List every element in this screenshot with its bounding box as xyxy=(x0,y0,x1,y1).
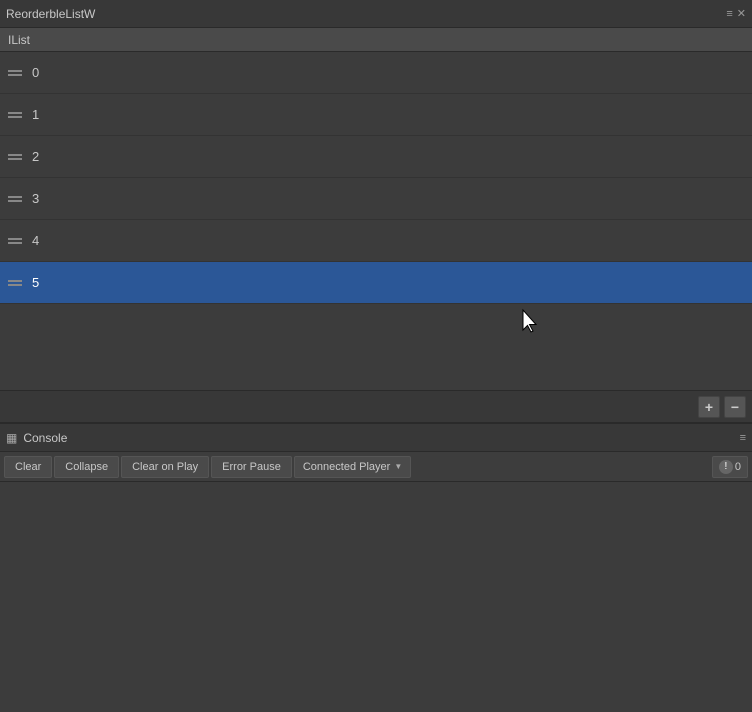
console-panel-icon: ▦ xyxy=(6,431,17,445)
list-item[interactable]: 1 xyxy=(0,94,752,136)
remove-item-button[interactable]: − xyxy=(724,396,746,418)
item-number-5: 5 xyxy=(32,275,39,290)
title-bar: ReorderbleListW ≡ ✕ xyxy=(0,0,752,28)
item-number-4: 4 xyxy=(32,233,39,248)
list-content: 0 1 2 3 xyxy=(0,52,752,390)
item-number-1: 1 xyxy=(32,107,39,122)
list-item-selected[interactable]: 5 xyxy=(0,262,752,304)
drag-handle xyxy=(8,70,22,76)
drag-handle xyxy=(8,112,22,118)
item-number-0: 0 xyxy=(32,65,39,80)
console-right-controls: ! 0 xyxy=(712,456,748,478)
error-badge[interactable]: ! 0 xyxy=(712,456,748,478)
title-bar-controls: ≡ ✕ xyxy=(726,7,746,20)
clear-button[interactable]: Clear xyxy=(4,456,52,478)
list-item[interactable]: 2 xyxy=(0,136,752,178)
list-item[interactable]: 3 xyxy=(0,178,752,220)
console-title-bar: ▦ Console ≡ xyxy=(0,424,752,452)
console-toolbar: Clear Collapse Clear on Play Error Pause… xyxy=(0,452,752,482)
main-window: ReorderbleListW ≡ ✕ IList 0 1 xyxy=(0,0,752,712)
list-item[interactable]: 4 xyxy=(0,220,752,262)
badge-count: 0 xyxy=(735,461,741,473)
clear-on-play-button[interactable]: Clear on Play xyxy=(121,456,209,478)
console-panel: ▦ Console ≡ Clear Collapse Clear on Play… xyxy=(0,422,752,712)
list-toolbar: + − xyxy=(0,390,752,422)
close-icon[interactable]: ✕ xyxy=(737,7,746,20)
drag-handle xyxy=(8,238,22,244)
console-title-group: ▦ Console xyxy=(6,431,67,445)
item-number-3: 3 xyxy=(32,191,39,206)
drag-handle xyxy=(8,154,22,160)
connected-player-label: Connected Player xyxy=(303,461,390,473)
window-title: ReorderbleListW xyxy=(6,7,95,21)
badge-icon: ! xyxy=(719,460,733,474)
list-header-label: IList xyxy=(8,33,30,47)
collapse-button[interactable]: Collapse xyxy=(54,456,119,478)
console-content xyxy=(0,482,752,712)
drag-handle xyxy=(8,196,22,202)
connected-player-button[interactable]: Connected Player ▼ xyxy=(294,456,411,478)
list-header: IList xyxy=(0,28,752,52)
list-panel: IList 0 1 2 xyxy=(0,28,752,422)
console-title-text: Console xyxy=(23,431,67,445)
drag-handle xyxy=(8,280,22,286)
console-title-controls: ≡ xyxy=(740,432,746,444)
add-item-button[interactable]: + xyxy=(698,396,720,418)
menu-icon[interactable]: ≡ xyxy=(726,8,732,20)
item-number-2: 2 xyxy=(32,149,39,164)
console-menu-icon[interactable]: ≡ xyxy=(740,432,746,444)
error-pause-button[interactable]: Error Pause xyxy=(211,456,292,478)
dropdown-arrow-icon: ▼ xyxy=(394,462,402,471)
list-item[interactable]: 0 xyxy=(0,52,752,94)
